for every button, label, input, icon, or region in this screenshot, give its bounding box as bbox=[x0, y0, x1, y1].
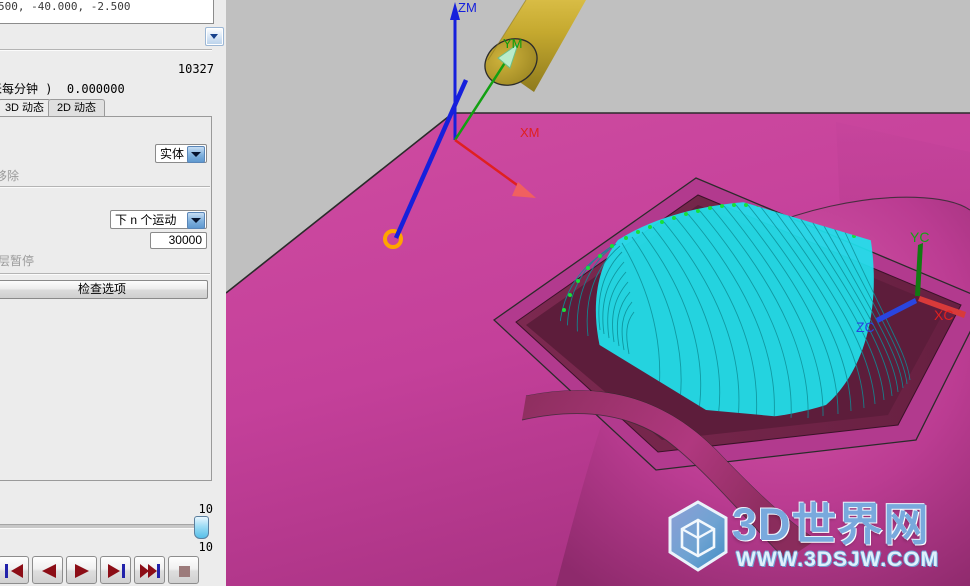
motion-step-select[interactable]: 下 n 个运动 bbox=[110, 210, 207, 229]
chevron-down-glyph bbox=[191, 152, 201, 157]
pause-each-layer-label: 一层暂停 bbox=[0, 254, 35, 268]
axis-label-zc: ZC bbox=[856, 319, 875, 335]
axis-label-yc: YC bbox=[910, 229, 929, 245]
simulation-scene: ZM YM XM YC XC ZC bbox=[226, 0, 970, 586]
chevron-down-icon[interactable] bbox=[187, 212, 205, 229]
axis-label-xm: XM bbox=[520, 125, 540, 140]
toolpath-listbox[interactable]: 340, -39.999, -1.822 500, -40.000, -2.50… bbox=[0, 0, 214, 24]
chevron-down-glyph bbox=[210, 34, 218, 39]
tab-bar: 3D 动态 2D 动态 bbox=[0, 99, 226, 117]
control-panel: 340, -39.999, -1.822 500, -40.000, -2.50… bbox=[0, 0, 226, 586]
fast-forward-button[interactable] bbox=[134, 556, 165, 584]
check-options-button[interactable]: 检查选项 bbox=[0, 280, 208, 299]
slider-value-bottom: 10 bbox=[198, 540, 213, 554]
listbox-line: 500, -40.000, -2.500 bbox=[0, 0, 131, 13]
motion-step-value: 下 n 个运动 bbox=[115, 213, 177, 227]
step-count-input[interactable]: 30000 bbox=[150, 232, 207, 249]
tab-2d-dynamic[interactable]: 2D 动态 bbox=[48, 99, 105, 116]
stop-button[interactable] bbox=[168, 556, 199, 584]
divider bbox=[0, 273, 210, 275]
axis-label-xc: XC bbox=[934, 307, 953, 323]
transport-controls bbox=[0, 556, 226, 586]
rewind-to-start-button[interactable] bbox=[0, 556, 29, 584]
step-back-button[interactable] bbox=[32, 556, 63, 584]
play-button[interactable] bbox=[66, 556, 97, 584]
step-forward-button[interactable] bbox=[100, 556, 131, 584]
motion-counter: 10327 bbox=[177, 62, 214, 76]
chevron-down-icon[interactable] bbox=[187, 146, 205, 163]
divider bbox=[0, 49, 212, 51]
application-window: 340, -39.999, -1.822 500, -40.000, -2.50… bbox=[0, 0, 970, 586]
chevron-down-glyph bbox=[191, 218, 201, 223]
axis-label-ym: YM bbox=[503, 36, 523, 51]
display-mode-select[interactable]: 实体 bbox=[155, 144, 207, 163]
feedrate-readout: 毫米每分钟 ) 0.000000 bbox=[0, 82, 125, 96]
display-mode-value: 实体 bbox=[160, 147, 185, 161]
speed-slider[interactable] bbox=[0, 498, 226, 539]
stop-icon bbox=[179, 566, 190, 577]
material-removal-label: 料移除 bbox=[0, 169, 20, 183]
slider-value-top: 10 bbox=[198, 502, 213, 516]
slider-track[interactable] bbox=[0, 524, 198, 529]
tab-3d-dynamic[interactable]: 3D 动态 bbox=[0, 99, 51, 116]
chevron-down-icon[interactable] bbox=[205, 27, 224, 46]
graphics-viewport[interactable]: ZM YM XM YC XC ZC 3D世界网 WWW.3DSJW.COM bbox=[226, 0, 970, 586]
slider-thumb[interactable] bbox=[194, 516, 209, 539]
divider bbox=[0, 186, 210, 188]
axis-label-zm: ZM bbox=[458, 0, 477, 15]
